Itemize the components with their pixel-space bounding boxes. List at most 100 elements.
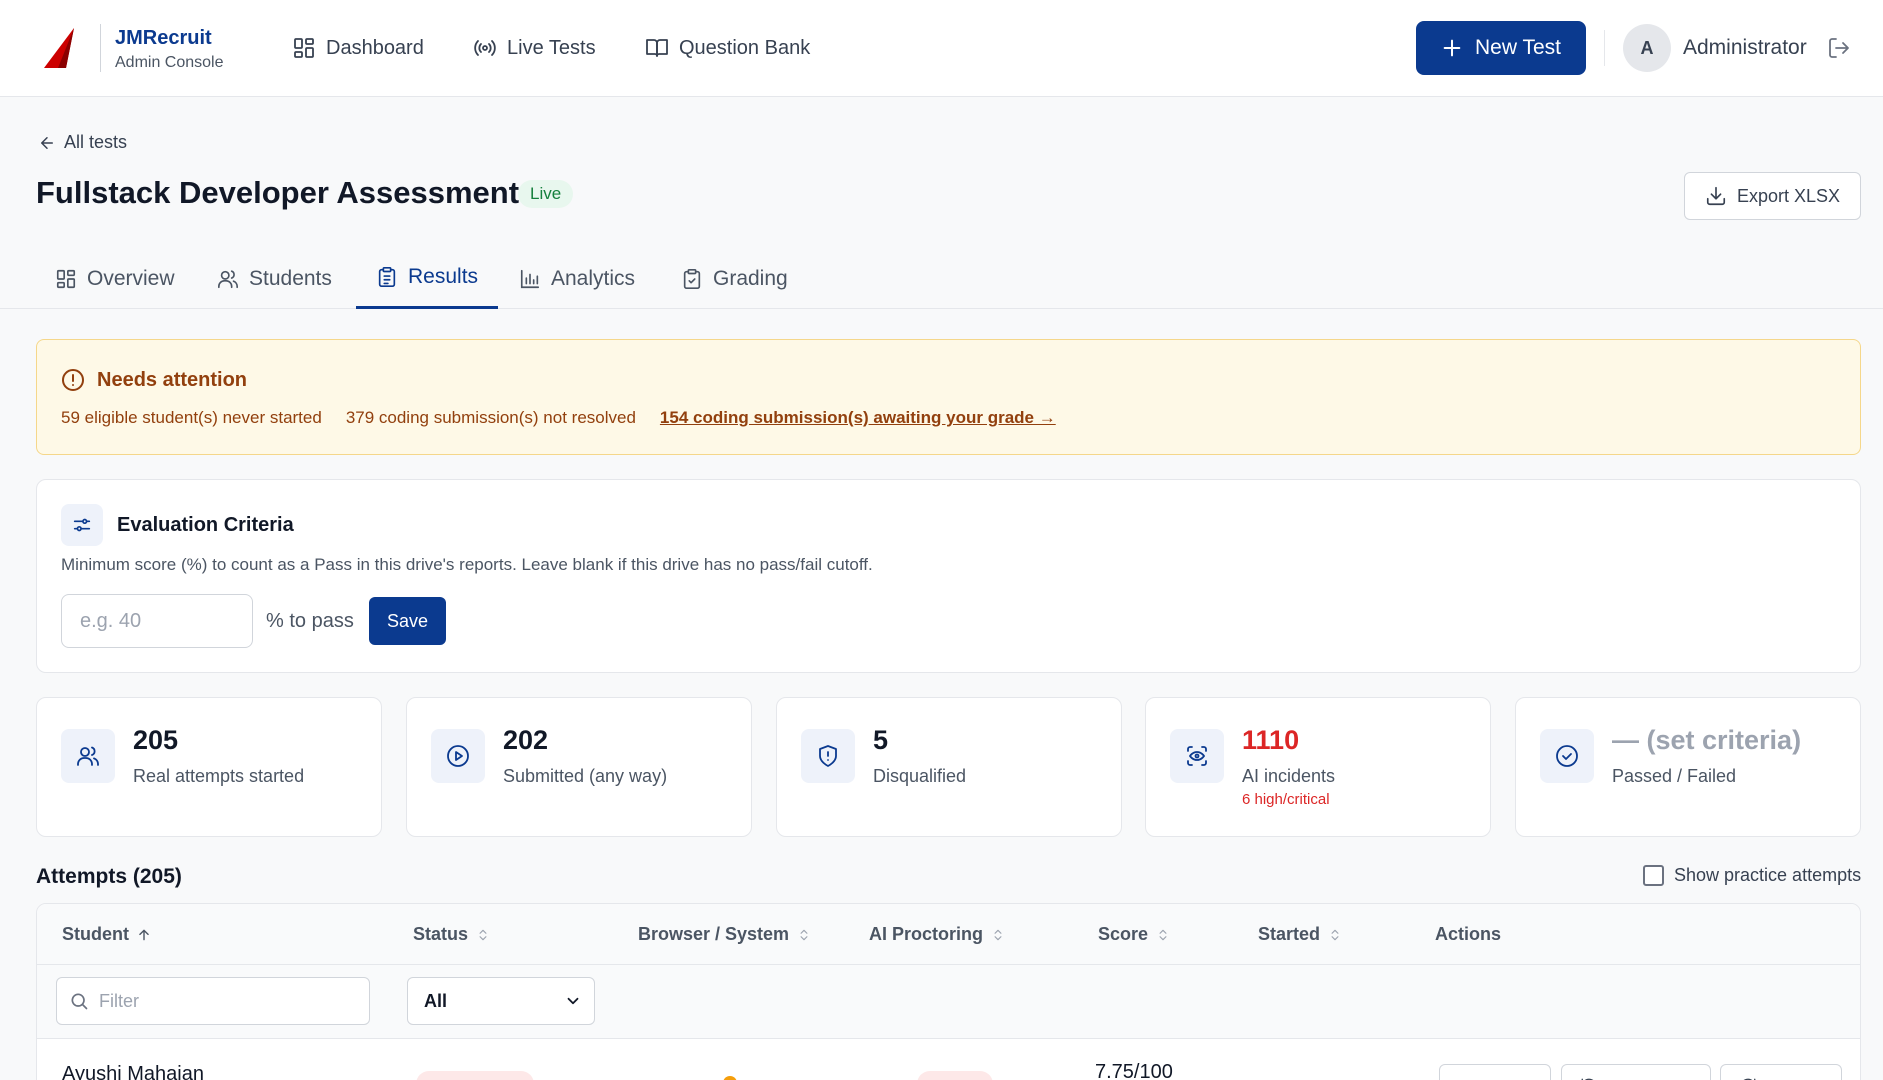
view-attempt-button[interactable] xyxy=(1439,1064,1551,1080)
table-row-score: 7.75/100 xyxy=(1095,1061,1173,1080)
play-circle-icon xyxy=(447,745,469,767)
sliders-icon xyxy=(73,518,91,532)
tab-grading[interactable]: Grading xyxy=(661,248,808,309)
ai-proctoring-badge xyxy=(917,1071,993,1080)
export-xlsx-button[interactable]: Export XLSX xyxy=(1684,172,1861,220)
chevron-down-icon xyxy=(567,997,579,1005)
column-label: Started xyxy=(1258,924,1321,944)
pass-percent-input[interactable] xyxy=(61,594,253,648)
needs-attention-alert: Needs attention 59 eligible student(s) n… xyxy=(36,339,1861,455)
stat-value: 5 xyxy=(873,725,889,755)
header-divider xyxy=(1604,30,1605,66)
column-header-browser-system[interactable]: Browser / System xyxy=(638,924,811,945)
export-label: Export XLSX xyxy=(1736,185,1841,206)
new-test-button[interactable]: New Test xyxy=(1416,21,1586,75)
filter-row: Filter All xyxy=(37,965,1860,1039)
column-header-ai-proctoring[interactable]: AI Proctoring xyxy=(869,924,1005,945)
back-to-all-tests-link[interactable]: All tests xyxy=(38,132,127,153)
status-badge xyxy=(416,1071,534,1080)
nav-live-tests-label: Live Tests xyxy=(507,36,596,59)
clipboard-check-icon xyxy=(683,268,701,289)
column-label: Status xyxy=(413,924,469,944)
tab-results[interactable]: Results xyxy=(356,248,499,309)
stat-value: — (set criteria) xyxy=(1612,725,1802,755)
show-practice-checkbox[interactable] xyxy=(1643,865,1664,886)
status-filter-select[interactable]: All xyxy=(407,977,595,1025)
logout-icon[interactable] xyxy=(1827,36,1851,60)
new-test-label: New Test xyxy=(1475,36,1561,59)
table-row-student-name[interactable]: Ayushi Mahajan xyxy=(62,1063,204,1080)
nav-live-tests[interactable]: Live Tests xyxy=(473,34,596,62)
sort-icon xyxy=(1331,929,1339,940)
status-filter-value: All xyxy=(424,990,448,1011)
tab-analytics-label: Analytics xyxy=(551,266,636,290)
tab-results-label: Results xyxy=(408,265,479,288)
tab-students-label: Students xyxy=(249,266,332,290)
attempts-title: Attempts (205) xyxy=(36,865,182,888)
nav-question-bank[interactable]: Question Bank xyxy=(645,34,810,62)
stat-icon-box xyxy=(1170,729,1224,783)
user-name[interactable]: Administrator xyxy=(1683,36,1807,60)
stat-label: Real attempts started xyxy=(133,766,305,786)
alert-items: 59 eligible student(s) never started 379… xyxy=(61,408,1056,428)
tab-overview[interactable]: Overview xyxy=(35,248,195,309)
top-header: JMRecruit Admin Console Dashboard Live T… xyxy=(0,0,1883,97)
student-filter-input[interactable]: Filter xyxy=(56,977,370,1025)
alert-title: Needs attention xyxy=(97,368,248,391)
show-practice-label: Show practice attempts xyxy=(1674,865,1862,885)
stat-label: Disqualified xyxy=(873,766,967,786)
awaiting-grade-link[interactable]: 154 coding submission(s) awaiting your g… xyxy=(660,408,1056,428)
sort-icon xyxy=(800,929,808,940)
column-header-status[interactable]: Status xyxy=(413,924,490,945)
stat-card-ai-incidents: 1110 AI incidents 6 high/critical xyxy=(1145,697,1491,837)
brand-name[interactable]: JMRecruit xyxy=(115,27,212,50)
stat-card-submitted: 202 Submitted (any way) xyxy=(406,697,752,837)
column-label: Student xyxy=(62,924,129,944)
column-header-started[interactable]: Started xyxy=(1258,924,1342,945)
stat-card-attempts-started: 205 Real attempts started xyxy=(36,697,382,837)
browser-status-dot xyxy=(723,1076,737,1080)
sort-icon xyxy=(479,929,487,940)
book-icon xyxy=(646,39,668,57)
save-criteria-button[interactable]: Save xyxy=(369,597,446,645)
sort-icon xyxy=(994,929,1002,940)
show-practice-toggle[interactable]: Show practice attempts xyxy=(1643,865,1861,886)
alert-circle-icon xyxy=(62,369,84,391)
plus-icon xyxy=(1443,39,1461,57)
avatar[interactable]: A xyxy=(1623,24,1671,72)
nav-dashboard[interactable]: Dashboard xyxy=(292,34,424,62)
check-circle-icon xyxy=(1556,745,1578,767)
broadcast-icon xyxy=(474,40,496,56)
bar-chart-icon xyxy=(520,269,540,288)
stat-label: Submitted (any way) xyxy=(503,766,668,786)
tab-students[interactable]: Students xyxy=(197,248,352,309)
reset-attempt-button[interactable] xyxy=(1720,1064,1842,1080)
evaluation-criteria-card: Evaluation Criteria Minimum score (%) to… xyxy=(36,479,1861,673)
search-icon xyxy=(71,993,88,1010)
stat-value: 202 xyxy=(503,725,549,755)
column-header-student[interactable]: Student xyxy=(62,924,151,945)
stat-icon-box xyxy=(801,729,855,783)
column-header-actions: Actions xyxy=(1435,924,1501,945)
pass-percent-suffix: % to pass xyxy=(266,610,354,632)
download-icon xyxy=(1706,186,1726,206)
stat-card-passed-failed: — (set criteria) Passed / Failed xyxy=(1515,697,1861,837)
brand-logo-icon[interactable] xyxy=(44,28,76,70)
column-label: Score xyxy=(1098,924,1149,944)
alert-item-never-started: 59 eligible student(s) never started xyxy=(61,408,322,427)
brand-subtitle: Admin Console xyxy=(115,54,224,71)
attempts-table: Student Status Browser / System AI Proct… xyxy=(36,903,1861,1080)
clipboard-list-icon xyxy=(378,267,396,287)
column-header-score[interactable]: Score xyxy=(1098,924,1170,945)
grid-icon xyxy=(56,269,76,288)
tab-overview-label: Overview xyxy=(87,266,175,290)
stat-value: 1110 xyxy=(1242,725,1300,755)
tab-grading-label: Grading xyxy=(713,266,788,290)
table-header: Student Status Browser / System AI Proct… xyxy=(37,904,1860,965)
reinstate-attempt-button[interactable] xyxy=(1561,1064,1711,1080)
criteria-title: Evaluation Criteria xyxy=(117,514,294,536)
stat-label: AI incidents xyxy=(1242,766,1336,786)
users-icon xyxy=(77,746,99,766)
back-link-label: All tests xyxy=(64,132,128,152)
tab-analytics[interactable]: Analytics xyxy=(499,248,655,309)
